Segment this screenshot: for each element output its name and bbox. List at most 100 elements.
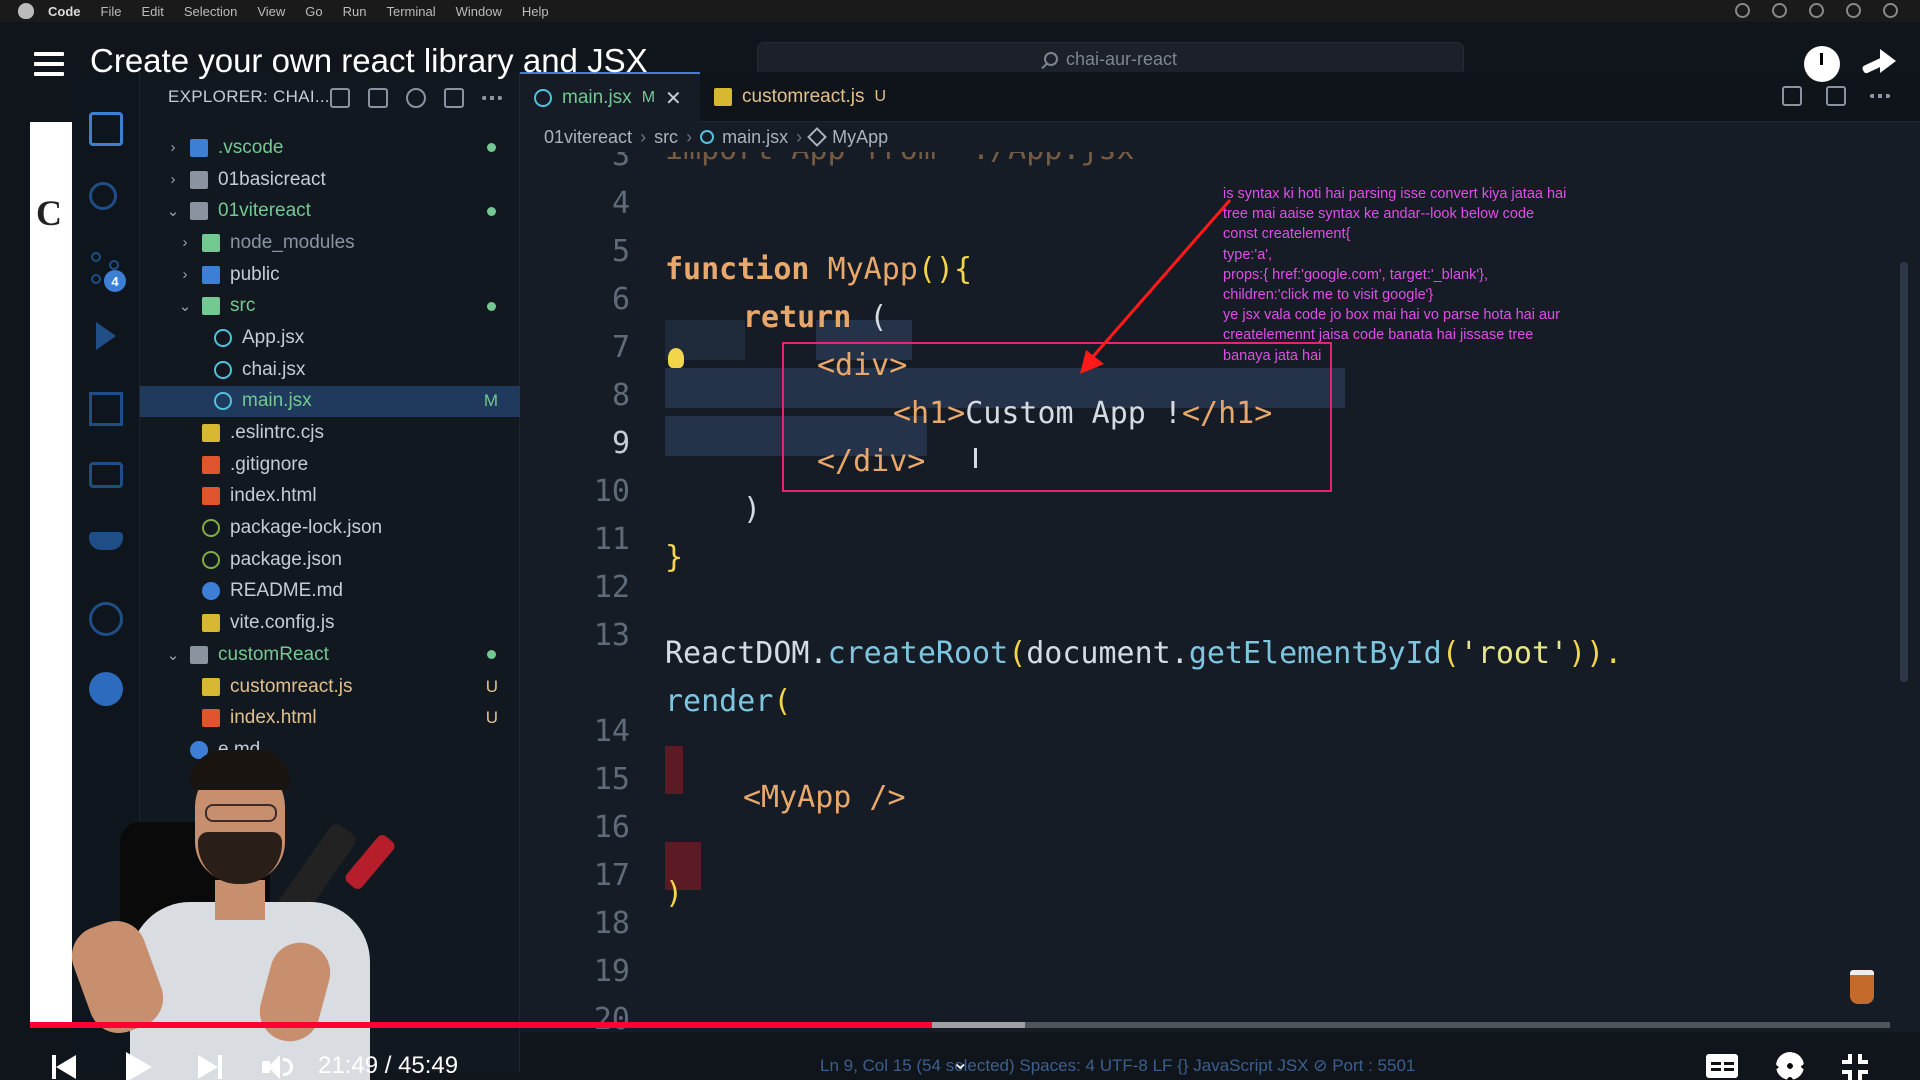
- more-actions-icon[interactable]: [1870, 94, 1890, 98]
- tree-folder[interactable]: ⌄ 01vitereact: [140, 195, 520, 227]
- html-icon: [202, 709, 220, 728]
- npm-icon: [202, 519, 220, 538]
- menu-selection[interactable]: Selection: [184, 4, 237, 19]
- tab-customreact-js[interactable]: customreact.js U: [700, 72, 920, 122]
- react-icon: [700, 130, 715, 144]
- tree-file[interactable]: package-lock.json: [140, 512, 520, 544]
- video-player[interactable]: C chai-aur-react 4 EXPLORER: CHAI... › .…: [0, 22, 1920, 1080]
- tree-folder[interactable]: › node_modules: [140, 227, 520, 259]
- command-center[interactable]: chai-aur-react: [757, 42, 1464, 76]
- tree-file[interactable]: package.json: [140, 544, 520, 576]
- breadcrumb-item[interactable]: main.jsx: [722, 127, 788, 148]
- presenter-webcam: [60, 742, 400, 1080]
- exit-fullscreen-icon[interactable]: [1842, 1054, 1868, 1080]
- run-debug-icon[interactable]: [96, 322, 116, 350]
- tree-file[interactable]: chai.jsx: [140, 354, 520, 386]
- tree-file[interactable]: index.html U: [140, 702, 520, 734]
- tree-item-label: public: [230, 263, 280, 285]
- js-file-icon: [714, 88, 732, 106]
- tray-icon[interactable]: [1809, 3, 1824, 18]
- docker-icon[interactable]: [89, 532, 123, 550]
- chevron-right-icon[interactable]: ›: [166, 171, 180, 188]
- apple-icon[interactable]: [18, 3, 34, 19]
- chevron-down-icon[interactable]: ⌄: [952, 1050, 969, 1074]
- chevron-right-icon[interactable]: ›: [178, 234, 192, 251]
- close-icon[interactable]: ✕: [665, 86, 682, 111]
- tree-file[interactable]: .eslintrc.cjs: [140, 417, 520, 449]
- settings-icon[interactable]: [1776, 1052, 1804, 1080]
- tree-file[interactable]: App.jsx: [140, 322, 520, 354]
- line-number: 12: [593, 570, 630, 605]
- breadcrumb-item[interactable]: src: [654, 127, 678, 148]
- playlist-menu-icon[interactable]: [34, 52, 64, 76]
- menu-go[interactable]: Go: [305, 4, 322, 19]
- compare-changes-icon[interactable]: [1782, 86, 1802, 106]
- editor-scrollbar[interactable]: [1900, 262, 1908, 682]
- refresh-icon[interactable]: [406, 88, 426, 108]
- tree-folder[interactable]: › .vscode: [140, 132, 520, 164]
- node-folder-icon: [202, 233, 220, 252]
- menu-run[interactable]: Run: [343, 4, 367, 19]
- lightbulb-icon[interactable]: [668, 348, 684, 368]
- github-icon[interactable]: [89, 602, 123, 636]
- src-folder-icon: [202, 297, 220, 316]
- info-icon: [202, 582, 220, 601]
- new-file-icon[interactable]: [330, 88, 350, 108]
- tree-file[interactable]: README.md: [140, 576, 520, 608]
- tree-folder[interactable]: › public: [140, 259, 520, 291]
- volume-icon[interactable]: [262, 1042, 293, 1080]
- search-icon[interactable]: [89, 182, 117, 210]
- new-folder-icon[interactable]: [368, 88, 388, 108]
- tray-icon[interactable]: [1735, 3, 1750, 18]
- explorer-icon[interactable]: [89, 112, 123, 146]
- coffee-cup-icon[interactable]: [1850, 970, 1874, 1004]
- tree-file[interactable]: main.jsx M: [140, 385, 520, 418]
- menu-edit[interactable]: Edit: [141, 4, 163, 19]
- tray-icon[interactable]: [1772, 3, 1787, 18]
- breadcrumb-item[interactable]: MyApp: [832, 127, 888, 148]
- menu-terminal[interactable]: Terminal: [387, 4, 436, 19]
- line-number: 5: [611, 234, 630, 269]
- wifi-icon[interactable]: [1846, 3, 1861, 18]
- edge-devtools-icon[interactable]: [89, 672, 123, 706]
- annotation-line: is syntax ki hoti hai parsing isse conve…: [1223, 186, 1567, 202]
- previous-icon[interactable]: [52, 1042, 76, 1080]
- chevron-down-icon[interactable]: ⌄: [178, 297, 192, 315]
- chevron-right-icon[interactable]: ›: [178, 266, 192, 283]
- watch-later-icon[interactable]: [1804, 46, 1840, 82]
- play-icon[interactable]: [126, 1042, 152, 1080]
- battery-icon[interactable]: [1883, 3, 1898, 18]
- progress-bar[interactable]: [30, 1022, 1890, 1028]
- tree-file[interactable]: index.html: [140, 481, 520, 513]
- chevron-down-icon[interactable]: ⌄: [166, 202, 180, 220]
- more-actions-icon[interactable]: [482, 96, 502, 100]
- collapse-all-icon[interactable]: [444, 88, 464, 108]
- tree-file[interactable]: .gitignore: [140, 449, 520, 481]
- share-icon[interactable]: [1860, 49, 1896, 79]
- menu-view[interactable]: View: [257, 4, 285, 19]
- video-title[interactable]: Create your own react library and JSX: [90, 42, 648, 80]
- tree-file[interactable]: customreact.js U: [140, 671, 520, 703]
- chevron-right-icon[interactable]: ›: [166, 139, 180, 156]
- subtitles-icon[interactable]: [1706, 1054, 1738, 1078]
- line-number: 6: [611, 282, 630, 317]
- menu-help[interactable]: Help: [522, 4, 549, 19]
- code-line: return (: [743, 300, 888, 335]
- annotation-line: children:'click me to visit google'}: [1223, 287, 1434, 304]
- menu-window[interactable]: Window: [456, 4, 502, 19]
- menu-app-name[interactable]: Code: [48, 4, 81, 19]
- tree-folder[interactable]: ⌄ src: [140, 290, 520, 322]
- tree-folder[interactable]: ⌄ customReact: [140, 639, 520, 671]
- remote-explorer-icon[interactable]: [89, 462, 123, 488]
- git-status-badge: M: [483, 391, 498, 411]
- chevron-down-icon[interactable]: ⌄: [166, 646, 180, 664]
- code-line: <MyApp />: [743, 780, 906, 815]
- menu-file[interactable]: File: [101, 4, 122, 19]
- tree-file[interactable]: vite.config.js: [140, 607, 520, 639]
- react-icon: [534, 89, 552, 107]
- breadcrumb-item[interactable]: 01vitereact: [544, 127, 632, 148]
- split-editor-icon[interactable]: [1826, 86, 1846, 106]
- next-icon[interactable]: [198, 1042, 222, 1080]
- tree-folder[interactable]: › 01basicreact: [140, 164, 520, 196]
- extensions-icon[interactable]: [89, 392, 123, 426]
